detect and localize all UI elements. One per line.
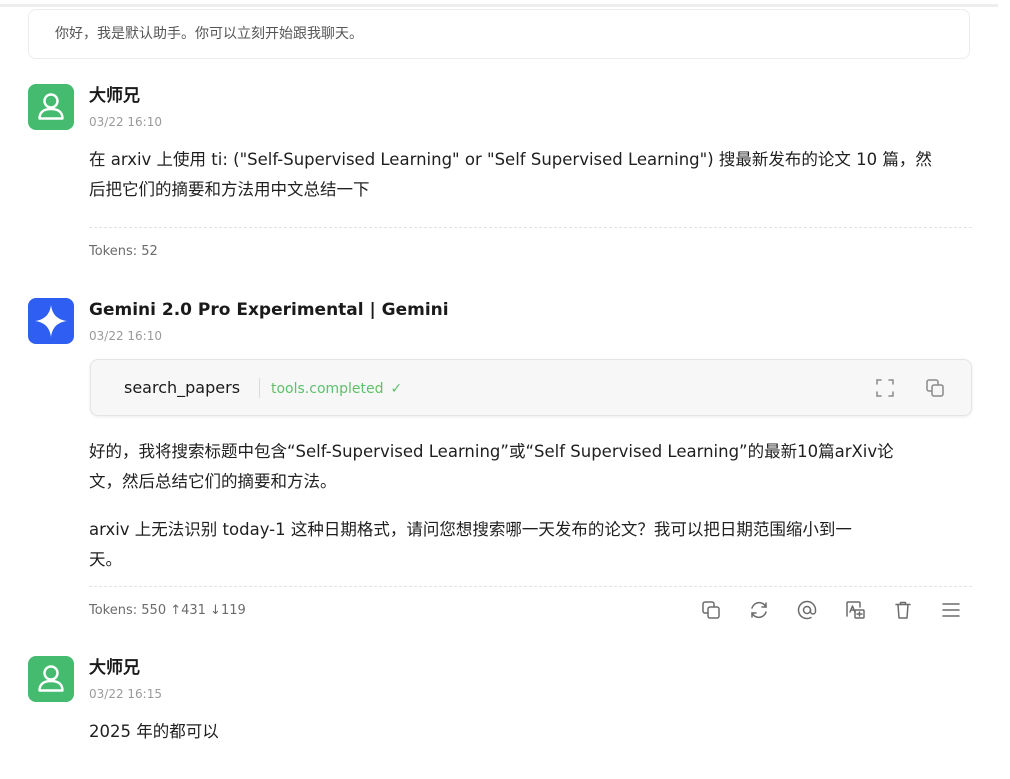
translate-icon: [846, 601, 865, 619]
expand-icon: [876, 379, 894, 397]
tool-separator: [259, 378, 260, 398]
message-text-line: 文，然后总结它们的摘要和方法。: [89, 472, 337, 491]
gemini-avatar[interactable]: [28, 298, 74, 344]
token-count: Tokens: 52: [89, 244, 158, 259]
message-time: 03/22 16:10: [89, 329, 162, 343]
sender-name: Gemini 2.0 Pro Experimental | Gemini: [89, 300, 449, 320]
welcome-message: 你好，我是默认助手。你可以立刻开始跟我聊天。: [28, 9, 970, 59]
message-time: 03/22 16:10: [89, 115, 162, 129]
message-text-line: 在 arxiv 上使用 ti: ("Self-Supervised Learni…: [89, 150, 932, 169]
message-text-line: 天。: [89, 550, 122, 569]
tool-name: search_papers: [124, 378, 241, 397]
sender-name: 大师兄: [89, 658, 140, 678]
copy-icon: [926, 379, 944, 397]
message-text-line: 后把它们的摘要和方法用中文总结一下: [89, 180, 370, 199]
check-icon: ✓: [390, 381, 403, 397]
copy-message-button[interactable]: [699, 598, 723, 622]
message-body: 好的，我将搜索标题中包含“Self-Supervised Learning”或“…: [89, 437, 972, 575]
message-body: 2025 年的都可以: [89, 717, 972, 747]
regenerate-icon: [751, 601, 767, 619]
message-time: 03/22 16:15: [89, 687, 162, 701]
sender-name: 大师兄: [89, 86, 140, 106]
more-menu-button[interactable]: [939, 598, 963, 622]
message-text-line: 好的，我将搜索标题中包含“Self-Supervised Learning”或“…: [89, 442, 894, 461]
tool-status: tools.completed ✓: [271, 379, 402, 399]
chat-page: 你好，我是默认助手。你可以立刻开始跟我聊天。 大师兄 03/22 16:10 在…: [0, 0, 1010, 779]
gemini-sparkle-icon: [35, 305, 67, 337]
message-text-line: 2025 年的都可以: [89, 722, 219, 741]
message-assistant-1: Gemini 2.0 Pro Experimental | Gemini 03/…: [28, 298, 972, 628]
user-avatar[interactable]: [28, 656, 74, 702]
message-user-1: 大师兄 03/22 16:10 在 arxiv 上使用 ti: ("Self-S…: [28, 84, 972, 264]
mention-button[interactable]: [795, 598, 819, 622]
copy-tool-button[interactable]: [923, 376, 947, 400]
menu-icon: [942, 603, 960, 617]
copy-icon: [702, 601, 720, 619]
message-user-2: 大师兄 03/22 16:15 2025 年的都可以: [28, 656, 972, 756]
message-divider: [89, 227, 972, 228]
delete-icon: [895, 601, 911, 619]
top-divider: [0, 4, 998, 7]
translate-button[interactable]: [843, 598, 867, 622]
user-icon: [38, 665, 64, 692]
tool-status-label: tools.completed: [271, 381, 384, 397]
mention-icon: [797, 600, 817, 620]
regenerate-button[interactable]: [747, 598, 771, 622]
message-text-line: arxiv 上无法识别 today-1 这种日期格式，请问您想搜索哪一天发布的论…: [89, 520, 852, 539]
message-body: 在 arxiv 上使用 ti: ("Self-Supervised Learni…: [89, 145, 972, 205]
delete-button[interactable]: [891, 598, 915, 622]
user-avatar[interactable]: [28, 84, 74, 130]
expand-button[interactable]: [873, 376, 897, 400]
token-count: Tokens: 550 ↑431 ↓119: [89, 603, 246, 618]
tool-call-card[interactable]: search_papers tools.completed ✓: [90, 359, 972, 416]
user-icon: [38, 93, 64, 120]
message-divider: [89, 586, 972, 587]
